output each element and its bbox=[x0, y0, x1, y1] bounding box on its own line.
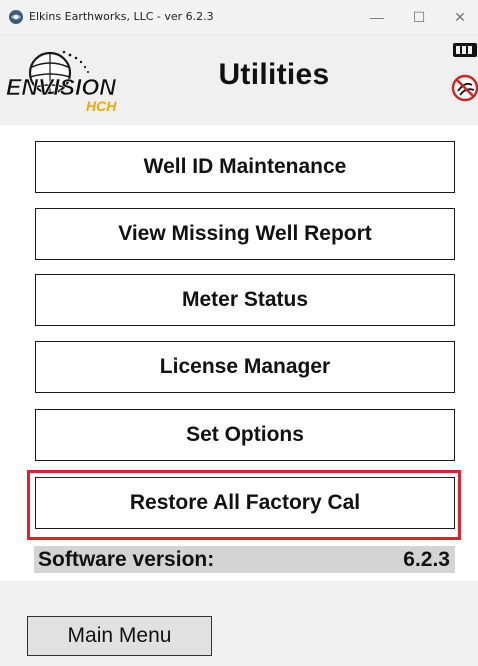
software-version-label: Software version: bbox=[38, 548, 215, 571]
minimize-button[interactable]: — bbox=[366, 6, 388, 28]
restore-all-factory-cal-button[interactable]: Restore All Factory Cal bbox=[35, 477, 455, 529]
window-title: Elkins Earthworks, LLC - ver 6.2.3 bbox=[29, 10, 214, 23]
page-title: Utilities bbox=[218, 58, 330, 91]
title-bar: Elkins Earthworks, LLC - ver 6.2.3 — ☐ ✕ bbox=[0, 0, 478, 35]
app-icon bbox=[9, 10, 23, 24]
well-id-maintenance-button[interactable]: Well ID Maintenance bbox=[35, 141, 455, 193]
maximize-button[interactable]: ☐ bbox=[408, 6, 430, 28]
license-manager-button[interactable]: License Manager bbox=[35, 341, 455, 393]
battery-icon bbox=[453, 43, 477, 57]
view-missing-well-report-button[interactable]: View Missing Well Report bbox=[35, 208, 455, 260]
meter-status-button[interactable]: Meter Status bbox=[35, 274, 455, 326]
software-version-value: 6.2.3 bbox=[403, 548, 450, 571]
set-options-button[interactable]: Set Options bbox=[35, 409, 455, 461]
close-button[interactable]: ✕ bbox=[449, 6, 471, 28]
main-menu-button[interactable]: Main Menu bbox=[27, 616, 212, 656]
software-version-bar: Software version: 6.2.3 bbox=[34, 546, 455, 573]
logo-subtext: HCH bbox=[86, 98, 117, 114]
no-connection-icon bbox=[451, 74, 478, 102]
